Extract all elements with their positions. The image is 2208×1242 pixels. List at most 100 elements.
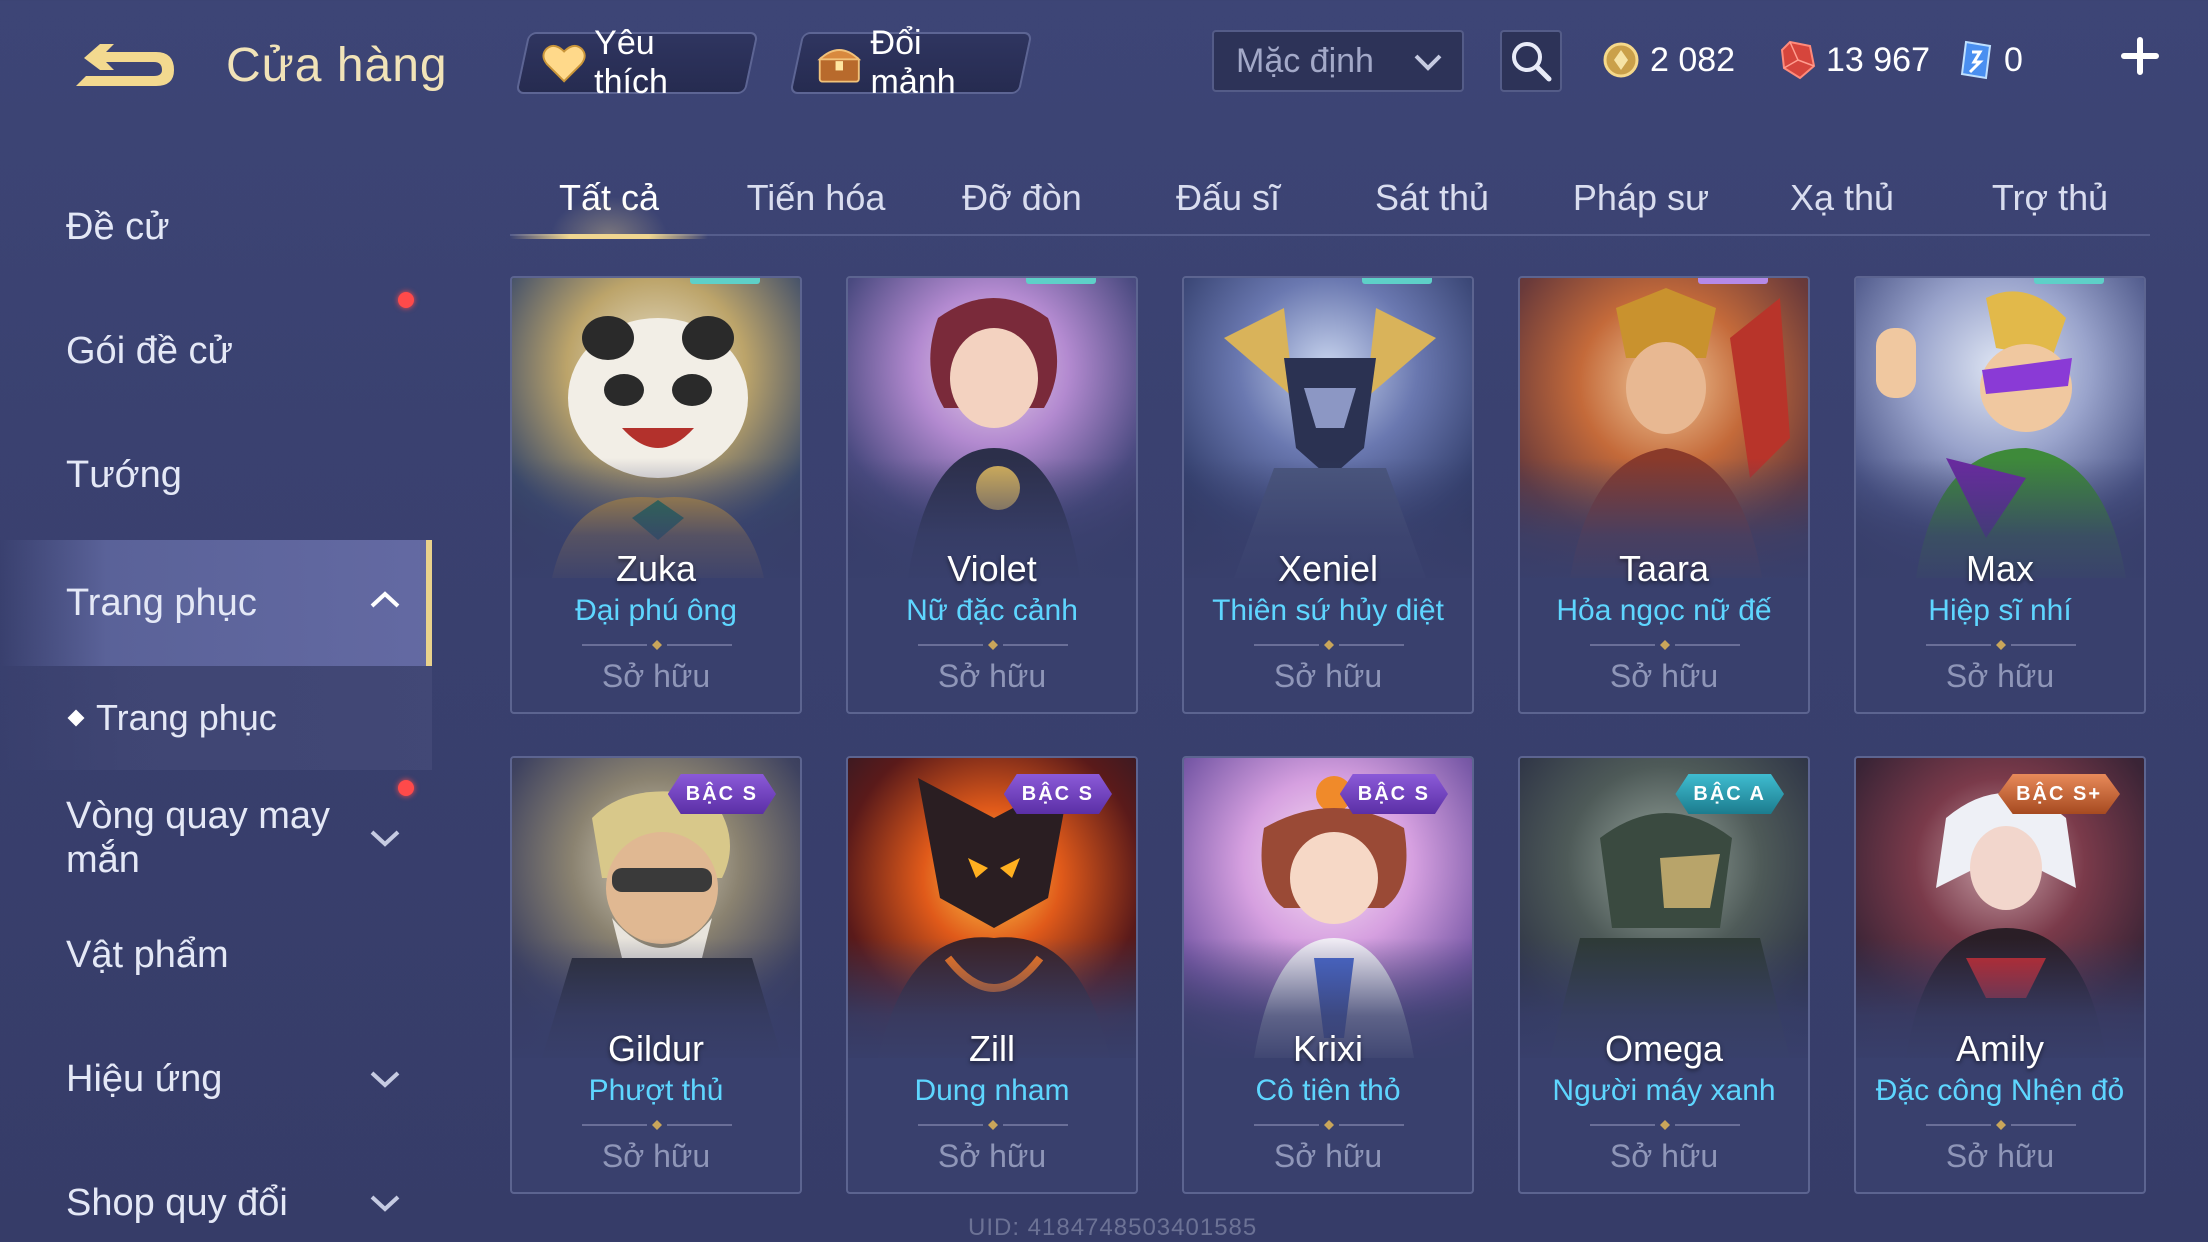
chevron-down-icon (370, 1071, 400, 1088)
tab-fighter[interactable]: Đấu sĩ (1128, 160, 1328, 236)
skin-name: Nữ đặc cảnh (906, 594, 1078, 627)
sidebar: Đề cử Gói đề cử Tướng Trang phục Trang p… (0, 170, 432, 1242)
skin-name: Cô tiên thỏ (1255, 1074, 1401, 1107)
sidebar-item-label: Gói đề cử (66, 329, 233, 372)
divider-ornament (918, 1120, 1068, 1130)
tab-label: Tất cả (558, 177, 660, 218)
tab-evolution[interactable]: Tiến hóa (716, 160, 916, 236)
sidebar-item-featured[interactable]: Đề cử (0, 182, 432, 272)
skin-name: Thiên sứ hủy diệt (1212, 594, 1444, 627)
tab-label: Đấu sĩ (1175, 177, 1281, 218)
hero-name: Krixi (1293, 1028, 1363, 1069)
divider-ornament (1254, 1120, 1404, 1130)
skin-name: Người máy xanh (1552, 1074, 1776, 1107)
hero-name: Max (1965, 548, 2034, 589)
gold-amount: 2 082 (1650, 40, 1736, 79)
skin-card-taara[interactable]: Taara Hỏa ngọc nữ đế Sở hữu (1518, 276, 1810, 714)
sidebar-item-label: Tướng (66, 453, 182, 496)
tier-badge: BẬC S (667, 774, 776, 814)
owned-status: Sở hữu (1273, 1138, 1383, 1174)
gold-balance: 2 082 (1602, 34, 1735, 86)
owned-status: Sở hữu (1945, 1138, 2055, 1174)
favorites-button[interactable]: Yêu thích (515, 24, 759, 101)
tier-badge: BẬC S (1339, 774, 1448, 814)
sidebar-item-featured-bundles[interactable]: Gói đề cử (0, 292, 432, 396)
divider-ornament (1590, 640, 1740, 650)
category-tag (690, 278, 760, 284)
skin-card-zill[interactable]: BẬC S Zill Dung nham Sở hữu (846, 756, 1138, 1194)
skin-card-max[interactable]: Max Hiệp sĩ nhí Sở hữu (1854, 276, 2146, 714)
uid-watermark: UID: 4184748503401585 (968, 1214, 1258, 1241)
tab-marksman[interactable]: Xạ thủ (1742, 160, 1942, 236)
notification-dot (398, 780, 414, 796)
owned-status: Sở hữu (601, 1138, 711, 1174)
skin-card-xeniel[interactable]: Xeniel Thiên sứ hủy diệt Sở hữu (1182, 276, 1474, 714)
tab-assassin[interactable]: Sát thủ (1332, 160, 1532, 236)
exchange-shards-button[interactable]: Đổi mảnh (789, 24, 1033, 101)
heart-icon (542, 44, 586, 83)
divider-ornament (582, 640, 732, 650)
sidebar-item-exchange-shop[interactable]: Shop quy đổi (0, 1158, 432, 1242)
notification-dot (398, 292, 414, 308)
chest-icon (817, 49, 862, 83)
hero-name: Violet (947, 548, 1037, 589)
owned-status: Sở hữu (1609, 658, 1719, 694)
sidebar-subitem-skins[interactable]: Trang phục (0, 666, 432, 770)
sidebar-item-label: Hiệu ứng (66, 1057, 223, 1100)
back-button[interactable] (66, 40, 180, 100)
tab-mage[interactable]: Pháp sư (1536, 160, 1746, 236)
ruby-gem-icon (1780, 40, 1816, 80)
sidebar-item-label: Trang phục (96, 697, 277, 738)
gold-coin-icon (1603, 42, 1639, 78)
divider-ornament (1926, 1120, 2076, 1130)
skin-card-amily[interactable]: BẬC S+ Amily Đặc công Nhện đỏ Sở hữu (1854, 756, 2146, 1194)
hero-name: Gildur (607, 1028, 705, 1069)
skin-name: Hỏa ngọc nữ đế (1556, 594, 1772, 627)
chevron-down-icon (370, 1195, 400, 1212)
owned-status: Sở hữu (1609, 1138, 1719, 1174)
tier-badge: BẬC S+ (1998, 774, 2120, 814)
skin-card-zuka[interactable]: Zuka Đại phú ông Sở hữu (510, 276, 802, 714)
sidebar-item-effects[interactable]: Hiệu ứng (0, 1034, 432, 1124)
tab-label: Tiến hóa (746, 177, 886, 218)
ruby-balance: 13 967 (1780, 34, 1930, 86)
voucher-amount: 0 (2004, 40, 2023, 79)
hero-name: Zuka (615, 548, 697, 589)
category-tabs: Tất cả Tiến hóa Đỡ đòn Đấu sĩ Sát thủ Ph… (510, 160, 2150, 239)
skin-card-krixi[interactable]: BẬC S Krixi Cô tiên thỏ Sở hữu (1182, 756, 1474, 1194)
sidebar-item-lucky-wheel[interactable]: Vòng quay may mắn (0, 778, 432, 898)
hero-name: Xeniel (1277, 548, 1379, 589)
top-up-button[interactable] (2118, 34, 2162, 78)
bullet-icon (67, 709, 85, 727)
tab-tank[interactable]: Đỡ đòn (922, 160, 1122, 236)
sidebar-item-label: Vật phẩm (66, 933, 229, 976)
chevron-down-icon (370, 830, 400, 847)
category-tag (1698, 278, 1768, 284)
tab-label: Sát thủ (1374, 177, 1490, 218)
sidebar-item-label: Trang phục (66, 581, 257, 624)
tab-support[interactable]: Trợ thủ (1950, 160, 2150, 236)
owned-status: Sở hữu (937, 1138, 1047, 1174)
category-tag (1362, 278, 1432, 284)
search-icon (1512, 42, 1552, 82)
divider-ornament (918, 640, 1068, 650)
sidebar-item-heroes[interactable]: Tướng (0, 430, 432, 520)
skin-card-gildur[interactable]: BẬC S Gildur Phượt thủ Sở hữu (510, 756, 802, 1194)
divider-ornament (1254, 640, 1404, 650)
chevron-up-icon (370, 591, 400, 608)
skin-name: Hiệp sĩ nhí (1928, 594, 2072, 627)
tier-badge: BẬC A (1675, 774, 1784, 814)
page-title: Cửa hàng (226, 39, 448, 92)
tab-label: Xạ thủ (1789, 177, 1895, 218)
tab-all[interactable]: Tất cả (510, 160, 708, 239)
skin-name: Dung nham (914, 1074, 1070, 1107)
sort-dropdown[interactable]: Mặc định (1212, 30, 1464, 92)
hero-name: Omega (1604, 1028, 1724, 1069)
plus-icon (2121, 37, 2159, 75)
sidebar-item-skins[interactable]: Trang phục (0, 540, 432, 666)
skin-card-omega[interactable]: BẬC A Omega Người máy xanh Sở hữu (1518, 756, 1810, 1194)
sidebar-item-items[interactable]: Vật phẩm (0, 910, 432, 1000)
search-button[interactable] (1500, 30, 1562, 92)
category-tag (1026, 278, 1096, 284)
skin-card-violet[interactable]: Violet Nữ đặc cảnh Sở hữu (846, 276, 1138, 714)
